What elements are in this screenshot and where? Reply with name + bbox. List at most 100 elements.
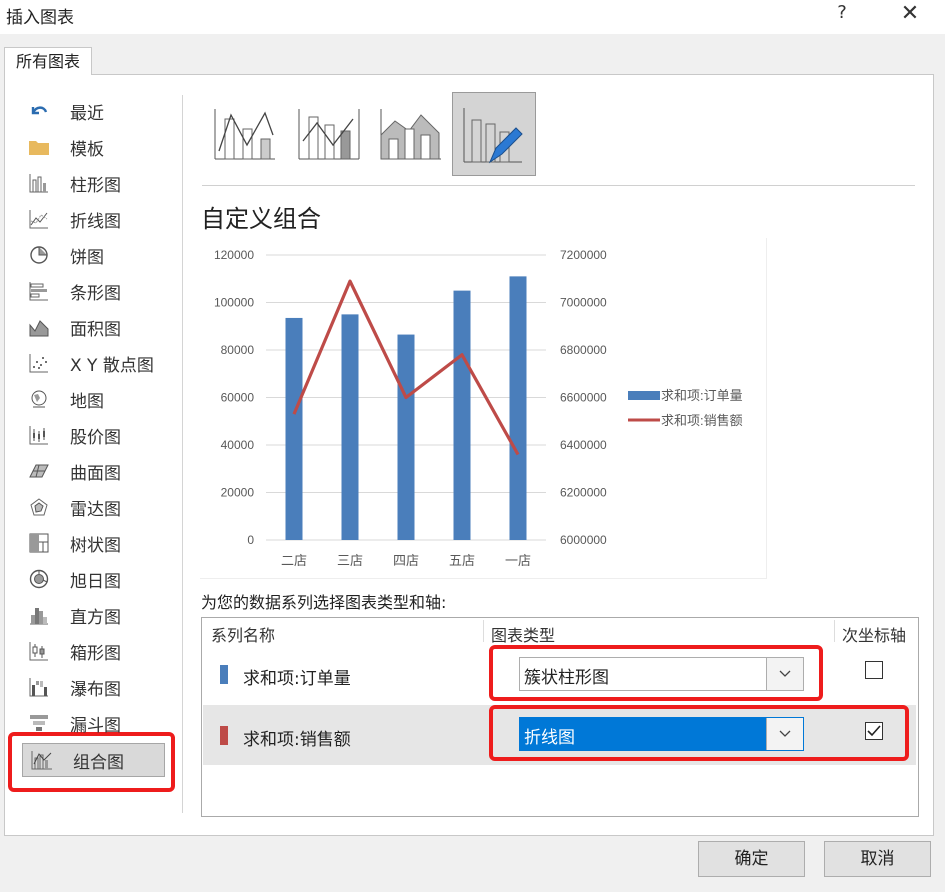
combo-chart: 0 20000 40000 60000 80000 100000 120000 6000000…	[214, 248, 743, 568]
ok-button[interactable]: 确定	[698, 841, 805, 877]
y-tick-label: 0	[247, 533, 254, 547]
sidebar-item-column-chart[interactable]: 柱形图	[20, 167, 170, 199]
y2-tick-label: 6200000	[560, 486, 607, 500]
tab-all-charts[interactable]: 所有图表	[4, 47, 92, 75]
recent-icon	[28, 101, 50, 121]
subtype-custom-combination-button[interactable]	[452, 92, 536, 176]
sidebar-item-sunburst-chart[interactable]: 旭日图	[20, 563, 170, 595]
y2-tick-label: 6000000	[560, 533, 607, 547]
subtype-column-line-secondary-button[interactable]	[288, 92, 370, 174]
annotation-highlight	[489, 705, 909, 761]
scatter-chart-icon	[28, 353, 50, 373]
sidebar-item-label: 瀑布图	[70, 679, 121, 700]
series-name: 求和项:订单量	[243, 669, 351, 689]
surface-chart-icon	[28, 461, 50, 481]
sidebar-item-combo-chart[interactable]: 组合图	[22, 743, 165, 777]
bar-五店	[453, 290, 471, 540]
sidebar-item-histogram-chart[interactable]: 直方图	[20, 599, 170, 631]
custom-combination-pencil-icon	[463, 108, 523, 164]
sidebar-divider	[182, 95, 183, 813]
series-name: 求和项:销售额	[243, 730, 351, 750]
clustered-column-line-icon	[214, 109, 275, 160]
x-tick-label: 一店	[505, 553, 531, 568]
y-tick-label: 120000	[214, 248, 254, 262]
sidebar-item-label: 箱形图	[70, 643, 121, 664]
y-tick-label: 60000	[221, 391, 255, 405]
series-color-swatch	[220, 665, 228, 684]
combo-chart-icon	[31, 750, 53, 770]
stacked-area-column-icon	[380, 109, 441, 160]
sidebar-item-label: 旭日图	[70, 571, 121, 592]
close-button[interactable]: ✕	[896, 1, 924, 29]
y-tick-label: 80000	[221, 343, 255, 357]
sidebar-item-label: 雷达图	[70, 499, 121, 520]
sidebar-item-folder[interactable]: 模板	[20, 131, 170, 163]
column-chart-icon	[28, 173, 50, 193]
column-line-secondary-axis-icon	[298, 109, 360, 160]
dialog-title: 插入图表	[6, 8, 74, 28]
sidebar-item-scatter-chart[interactable]: X Y 散点图	[20, 347, 170, 379]
sidebar-item-label: 条形图	[70, 283, 121, 304]
sidebar-item-boxwhisker-chart[interactable]: 箱形图	[20, 635, 170, 667]
sidebar-item-radar-chart[interactable]: 雷达图	[20, 491, 170, 523]
bar-四店	[397, 334, 415, 540]
subtype-title: 自定义组合	[201, 205, 321, 233]
sunburst-chart-icon	[28, 569, 50, 589]
bar-三店	[341, 314, 359, 540]
bar-二店	[285, 317, 303, 540]
sidebar-item-bar-chart[interactable]: 条形图	[20, 275, 170, 307]
sidebar-item-label: 模板	[70, 139, 104, 160]
boxwhisker-chart-icon	[28, 641, 50, 661]
y-tick-label: 40000	[221, 438, 255, 452]
legend-label: 求和项:销售额	[661, 413, 743, 428]
y-tick-label: 100000	[214, 296, 254, 310]
sidebar-item-pie-chart[interactable]: 饼图	[20, 239, 170, 271]
sidebar-item-map-chart[interactable]: 地图	[20, 383, 170, 415]
stock-chart-icon	[28, 425, 50, 445]
x-tick-label: 二店	[281, 553, 307, 568]
sidebar-item-waterfall-chart[interactable]: 瀑布图	[20, 671, 170, 703]
title-bar	[0, 0, 945, 34]
subtype-stacked-area-column-button[interactable]	[370, 92, 452, 174]
header-divider	[483, 620, 484, 642]
secondary-axis-checkbox-orders[interactable]	[865, 661, 883, 679]
sidebar-item-treemap-chart[interactable]: 树状图	[20, 527, 170, 559]
header-divider	[834, 620, 835, 642]
x-tick-label: 三店	[337, 553, 363, 568]
legend-label: 求和项:订单量	[661, 388, 743, 403]
sidebar-item-label: 曲面图	[70, 463, 121, 484]
bar-chart-icon	[28, 281, 50, 301]
y2-tick-label: 6800000	[560, 343, 607, 357]
y2-tick-label: 6600000	[560, 391, 607, 405]
treemap-chart-icon	[28, 533, 50, 553]
bar-一店	[509, 276, 527, 540]
waterfall-chart-icon	[28, 677, 50, 697]
sidebar-item-label: 折线图	[70, 211, 121, 232]
y2-tick-label: 6400000	[560, 438, 607, 452]
y-tick-label: 20000	[221, 486, 255, 500]
sidebar-item-surface-chart[interactable]: 曲面图	[20, 455, 170, 487]
cancel-button[interactable]: 取消	[824, 841, 931, 877]
x-tick-label: 四店	[393, 553, 419, 568]
sidebar-item-stock-chart[interactable]: 股价图	[20, 419, 170, 451]
sidebar-item-label: X Y 散点图	[70, 355, 154, 376]
sidebar-item-label: 饼图	[70, 247, 104, 268]
funnel-chart-icon	[28, 713, 50, 733]
radar-chart-icon	[28, 497, 50, 517]
series-color-swatch	[220, 726, 228, 745]
series-caption: 为您的数据系列选择图表类型和轴:	[201, 593, 447, 612]
sidebar-item-recent[interactable]: 最近	[20, 95, 170, 127]
subtype-clustered-column-line-button[interactable]	[204, 92, 286, 174]
folder-icon	[28, 137, 50, 157]
sidebar-item-label: 面积图	[70, 319, 121, 340]
sidebar-item-area-chart[interactable]: 面积图	[20, 311, 170, 343]
sidebar-item-label: 树状图	[70, 535, 121, 556]
chart-preview: 0 20000 40000 60000 80000 100000 120000 6000000…	[200, 238, 767, 579]
header-series-name: 系列名称	[211, 626, 276, 645]
legend-swatch-orders	[628, 391, 660, 400]
help-button[interactable]: ?	[832, 2, 852, 28]
header-chart-type: 图表类型	[491, 626, 556, 645]
subtype-divider	[202, 185, 915, 186]
sidebar-item-line-chart[interactable]: 折线图	[20, 203, 170, 235]
sidebar-item-funnel-chart[interactable]: 漏斗图	[20, 707, 170, 739]
